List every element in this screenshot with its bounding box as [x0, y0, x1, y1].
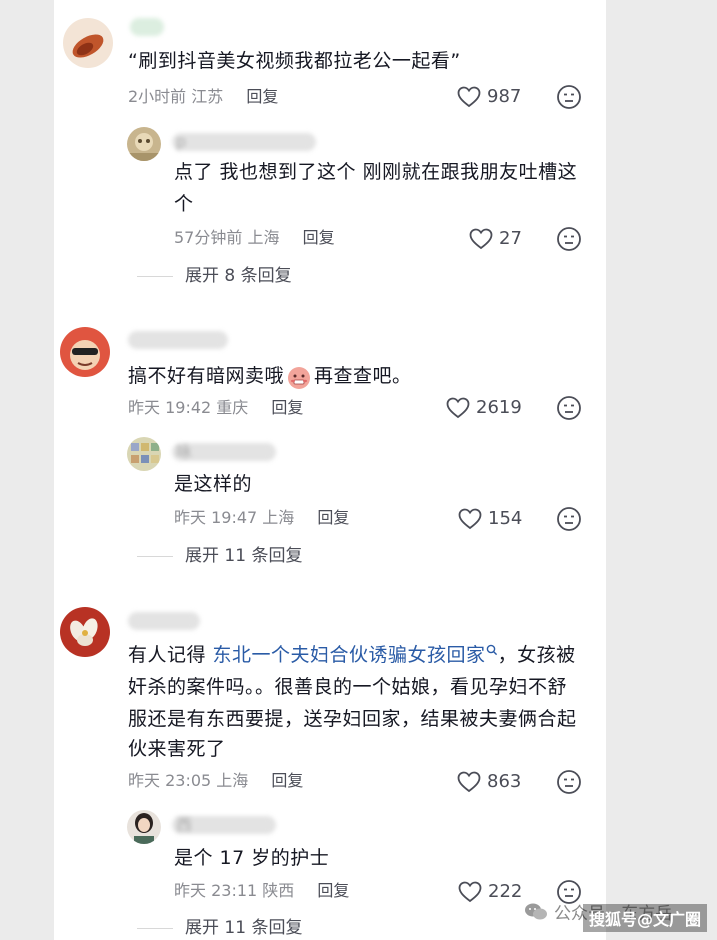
reply-1-1-like-button[interactable]: 27 — [469, 228, 522, 250]
comment-1-avatar[interactable] — [63, 18, 113, 68]
comment-3-text-line3: 服还是有东西要提，送孕妇回家，结果被夫妻俩合起 — [128, 708, 577, 730]
reply-2-1-like-button[interactable]: 154 — [458, 508, 522, 530]
comment-2-expand-label: 展开 11 条回复 — [185, 546, 303, 566]
comment-3-username[interactable] — [128, 612, 200, 630]
reply-1-1-location: 上海 — [247, 228, 280, 247]
expand-divider — [137, 555, 173, 557]
unhappy-face-icon[interactable] — [556, 84, 582, 110]
comment-1-like-button[interactable]: 987 — [457, 86, 521, 108]
comment-1-expand-replies[interactable]: 展开 8 条回复 — [137, 265, 292, 287]
comment-1-reply-button[interactable]: 回复 — [246, 87, 278, 106]
comment-1-like-count: 987 — [487, 86, 522, 107]
heart-outline-icon — [457, 771, 481, 793]
heart-outline-icon — [469, 228, 493, 250]
comment-1-meta: 2小时前 江苏 回复 — [128, 86, 278, 108]
comment-3-time: 昨天 23:05 — [128, 771, 212, 790]
comment-3-like-button[interactable]: 863 — [457, 771, 521, 793]
reply-3-1-time: 昨天 23:11 — [174, 881, 258, 900]
heart-outline-icon — [457, 86, 481, 108]
comment-2-avatar[interactable] — [60, 327, 110, 377]
reply-2-1-location: 上海 — [262, 508, 295, 527]
comment-2-location: 重庆 — [216, 398, 249, 417]
expand-divider — [137, 927, 173, 929]
reply-1-1-meta: 57分钟前 上海 回复 — [174, 227, 335, 249]
unhappy-face-icon[interactable] — [556, 395, 582, 421]
expand-divider — [137, 275, 173, 277]
reply-2-1-username[interactable]: 咏 — [172, 443, 276, 461]
wechat-icon — [525, 903, 547, 919]
comment-3-meta: 昨天 23:05 上海 回复 — [128, 770, 303, 792]
comment-2-like-button[interactable]: 2619 — [446, 397, 522, 419]
comment-3-expand-replies[interactable]: 展开 11 条回复 — [137, 917, 302, 939]
search-link[interactable]: 东北一个夫妇合伙诱骗女孩回家 — [213, 644, 486, 666]
reply-1-1-text-line2: 个 — [174, 193, 194, 215]
reply-1-1-text-line1: 点了 我也想到了这个 刚刚就在跟我朋友吐槽这 — [174, 161, 578, 183]
heart-outline-icon — [458, 508, 482, 530]
comment-3-avatar[interactable] — [60, 607, 110, 657]
comment-3-text-line4: 伙来害死了 — [128, 738, 226, 760]
embarrassed-emoji-icon — [288, 366, 311, 389]
comment-1-username[interactable] — [130, 18, 164, 36]
comment-3-reply-button[interactable]: 回复 — [271, 771, 303, 790]
reply-3-1-avatar[interactable] — [127, 810, 161, 844]
reply-2-1-meta: 昨天 19:47 上海 回复 — [174, 507, 349, 529]
comment-2-meta: 昨天 19:42 重庆 回复 — [128, 397, 303, 419]
comment-2-reply-button[interactable]: 回复 — [271, 398, 303, 417]
reply-2-1-time: 昨天 19:47 — [174, 508, 258, 527]
reply-1-1-reply-button[interactable]: 回复 — [303, 228, 335, 247]
reply-3-1-meta: 昨天 23:11 陕西 回复 — [174, 880, 349, 902]
comment-2-text: 搞不好有暗网卖哦 再查查吧。 — [128, 361, 412, 392]
comment-3-text-line2: 奸杀的案件吗。。很善良的一个姑娘，看见孕妇不舒 — [128, 676, 568, 698]
unhappy-face-icon[interactable] — [556, 769, 582, 795]
comment-1-expand-label: 展开 8 条回复 — [185, 266, 292, 286]
reply-2-1-reply-button[interactable]: 回复 — [317, 508, 349, 527]
reply-1-1-username[interactable]: p — [172, 133, 316, 151]
comment-2-username[interactable] — [128, 331, 228, 349]
heart-outline-icon — [458, 881, 482, 903]
unhappy-face-icon[interactable] — [556, 226, 582, 252]
reply-2-1-text: 是这样的 — [174, 473, 253, 495]
reply-1-1-avatar[interactable] — [127, 127, 161, 161]
heart-outline-icon — [446, 397, 470, 419]
search-small-icon[interactable] — [486, 644, 498, 656]
comment-3-expand-label: 展开 11 条回复 — [185, 918, 303, 938]
comment-1-location: 江苏 — [191, 87, 224, 106]
sohu-watermark: 搜狐号@文广圈 — [582, 904, 707, 932]
reply-3-1-username[interactable]: 西 — [172, 816, 276, 834]
comment-2-like-count: 2619 — [476, 397, 522, 418]
comment-1-time: 2小时前 — [128, 87, 187, 106]
comment-3-text-line1: 有人记得 东北一个夫妇合伙诱骗女孩回家 ，女孩被 — [128, 644, 576, 666]
reply-2-1-avatar[interactable] — [127, 437, 161, 471]
reply-3-1-text: 是个 17 岁的护士 — [174, 847, 330, 869]
comment-2-time: 昨天 19:42 — [128, 398, 212, 417]
reply-3-1-like-count: 222 — [488, 881, 523, 902]
unhappy-face-icon[interactable] — [556, 506, 582, 532]
comment-2-expand-replies[interactable]: 展开 11 条回复 — [137, 545, 302, 567]
comment-3-location: 上海 — [216, 771, 249, 790]
reply-1-1-like-count: 27 — [499, 228, 522, 249]
reply-2-1-like-count: 154 — [488, 508, 523, 529]
reply-1-1-time: 57分钟前 — [174, 228, 243, 247]
comment-1-text: “刷到抖音美女视频我都拉老公一起看” — [128, 50, 461, 72]
reply-3-1-like-button[interactable]: 222 — [458, 881, 522, 903]
comment-3-like-count: 863 — [487, 771, 522, 792]
reply-3-1-reply-button[interactable]: 回复 — [317, 881, 349, 900]
reply-3-1-location: 陕西 — [262, 881, 295, 900]
